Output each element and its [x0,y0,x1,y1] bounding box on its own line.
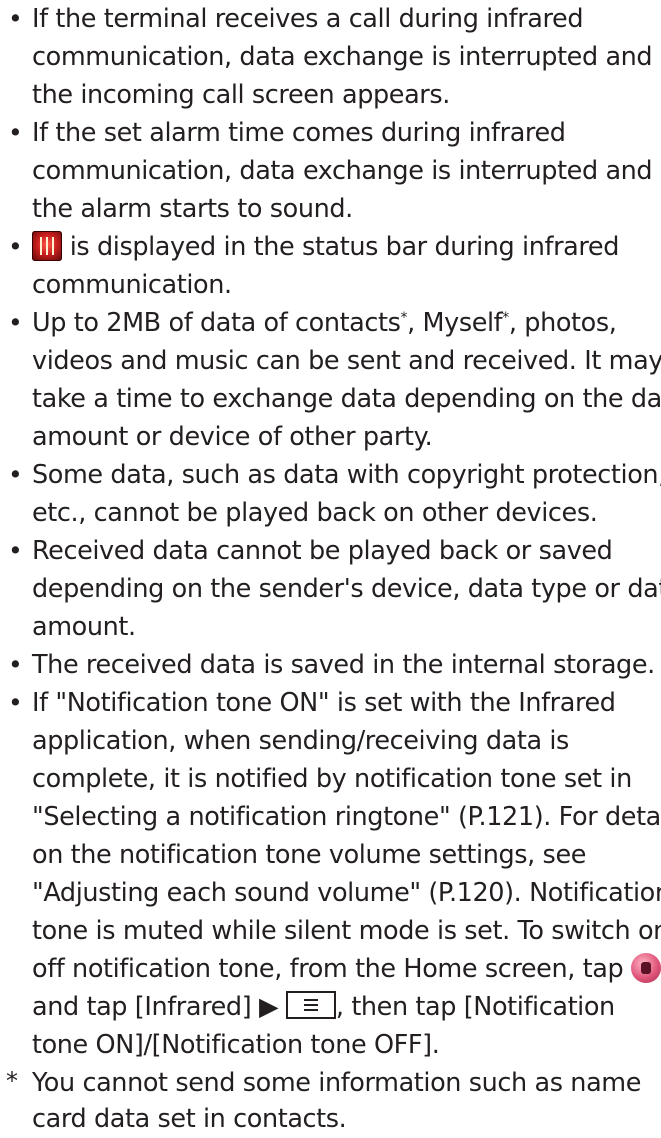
bullet: • [8,650,23,679]
note-text: communication, data exchange is interrup… [32,156,653,186]
note-text: If the terminal receives a call during i… [32,4,584,34]
bullet: • [8,460,23,489]
note-line: • If "Notification tone ON" is set with … [0,684,661,722]
note-text: Up to 2MB of data of contacts*, Myself*,… [32,304,617,342]
footnote-line: card data set in contacts. [0,1100,661,1138]
note-text: the incoming call screen appears. [32,80,450,110]
note-line: complete, it is notified by notification… [0,760,661,798]
note-line: off notification tone, from the Home scr… [0,950,661,988]
note-text: amount or device of other party. [32,422,433,452]
note-text: Received data cannot be played back or s… [32,536,613,566]
note-line: communication. [0,266,661,304]
note-text: tone ON]/[Notification tone OFF]. [32,1030,440,1060]
note-line: tone ON]/[Notification tone OFF]. [0,1026,661,1064]
note-text-part [278,992,286,1022]
note-line: "Selecting a notification ringtone" (P.1… [0,798,661,836]
note-text-part: off notification tone, from the Home scr… [32,954,631,984]
note-text: the alarm starts to sound. [32,194,353,224]
manual-page: • If the terminal receives a call during… [0,0,661,1134]
footnote-marker: * [502,310,509,326]
menu-key-icon [285,991,336,1019]
bullet: • [8,536,23,565]
note-text: and tap [Infrared] ▶ , then tap [Notific… [32,988,615,1026]
note-text: "Selecting a notification ringtone" (P.1… [32,802,661,832]
note-text: communication, data exchange is interrup… [32,42,653,72]
note-line: • If the terminal receives a call during… [0,0,661,38]
bullet: • [8,232,23,261]
note-line: • Received data cannot be played back or… [0,532,661,570]
note-text: tone is muted while silent mode is set. … [32,916,661,946]
note-line: depending on the sender's device, data t… [0,570,661,608]
bullet: • [8,688,23,717]
note-text: The received data is saved in the intern… [32,650,655,680]
bullet: • [8,4,23,33]
note-text: take a time to exchange data depending o… [32,384,661,414]
note-line: amount. [0,608,661,646]
apps-menu-icon [630,953,661,983]
note-text: Some data, such as data with copyright p… [32,460,661,490]
note-text: If the set alarm time comes during infra… [32,118,566,148]
note-line: • If the set alarm time comes during inf… [0,114,661,152]
note-line: tone is muted while silent mode is set. … [0,912,661,950]
note-text: off notification tone, from the Home scr… [32,950,661,988]
note-text-part: , photos, [508,308,617,338]
note-line: and tap [Infrared] ▶ , then tap [Notific… [0,988,661,1026]
note-text: communication. [32,270,232,300]
note-text-part: is displayed in the status bar during in… [62,232,620,262]
infrared-status-icon [32,231,62,261]
note-text: depending on the sender's device, data t… [32,574,661,604]
note-text: videos and music can be sent and receive… [32,346,661,376]
note-text: complete, it is notified by notification… [32,764,632,794]
note-line: the incoming call screen appears. [0,76,661,114]
note-text-part: , then tap [Notification [335,992,615,1022]
bullet: • [8,308,23,337]
note-text: on the notification tone volume settings… [32,840,587,870]
note-text-part: Up to 2MB of data of contacts [32,308,401,338]
note-text: "Adjusting each sound volume" (P.120). N… [32,878,661,908]
note-text: If "Notification tone ON" is set with th… [32,688,616,718]
note-text-part: , Myself [407,308,503,338]
note-text-part: and tap [Infrared] [32,992,259,1022]
note-line: communication, data exchange is interrup… [0,38,661,76]
note-line: communication, data exchange is interrup… [0,152,661,190]
bullet: • [8,118,23,147]
note-text: application, when sending/receiving data… [32,726,569,756]
footnote-line: * You cannot send some information such … [0,1064,661,1102]
note-line: amount or device of other party. [0,418,661,456]
note-line: "Adjusting each sound volume" (P.120). N… [0,874,661,912]
note-line: • Up to 2MB of data of contacts *, Myself… [0,304,661,342]
note-line: on the notification tone volume settings… [0,836,661,874]
note-text: etc., cannot be played back on other dev… [32,498,598,528]
note-line: • is displayed in the status bar during … [0,228,661,266]
note-line: etc., cannot be played back on other dev… [0,494,661,532]
footnote-asterisk: * [6,1067,18,1095]
note-line: • Some data, such as data with copyright… [0,456,661,494]
footnote-text: card data set in contacts. [32,1104,347,1134]
note-line: • The received data is saved in the inte… [0,646,661,684]
note-line: application, when sending/receiving data… [0,722,661,760]
note-line: the alarm starts to sound. [0,190,661,228]
note-text: amount. [32,612,136,642]
note-line: take a time to exchange data depending o… [0,380,661,418]
note-line: videos and music can be sent and receive… [0,342,661,380]
footnote-text: You cannot send some information such as… [32,1068,642,1098]
arrow-icon: ▶ [258,992,279,1022]
note-text: is displayed in the status bar during in… [32,228,619,266]
